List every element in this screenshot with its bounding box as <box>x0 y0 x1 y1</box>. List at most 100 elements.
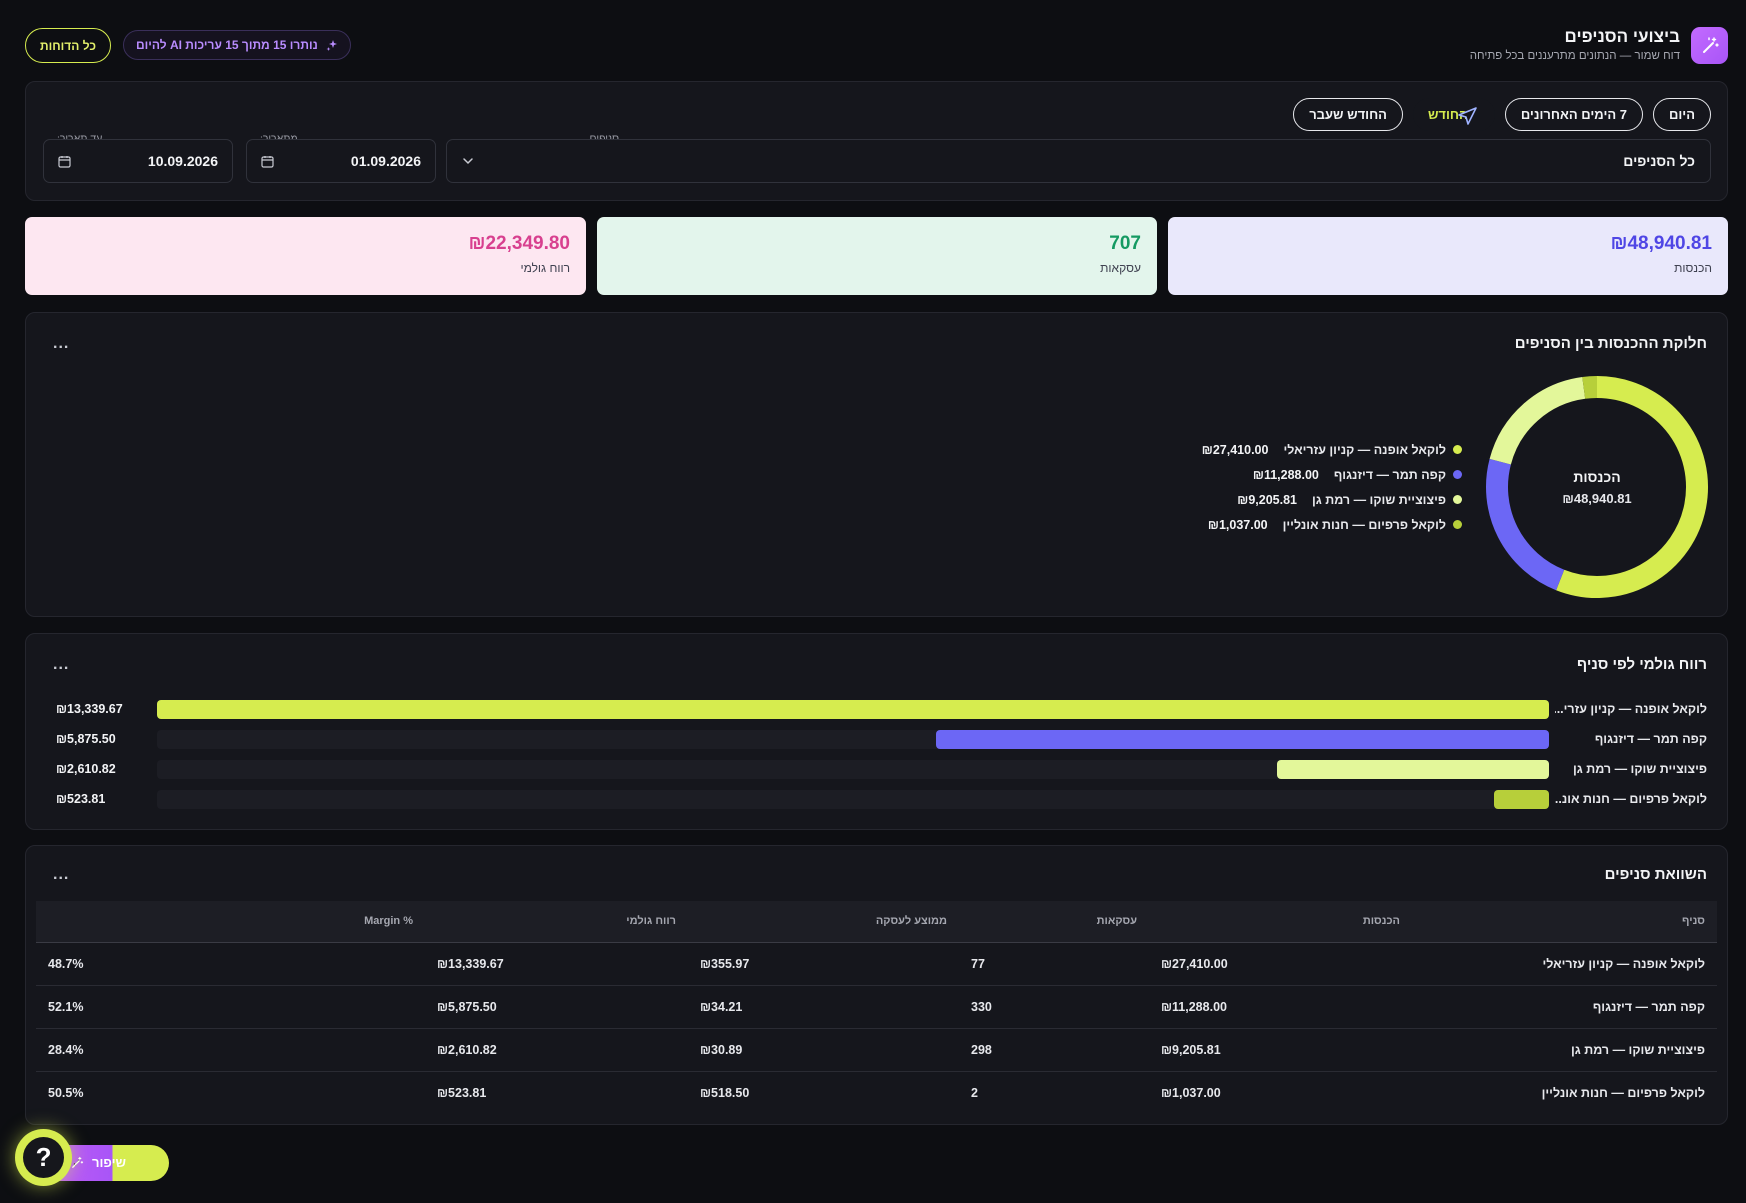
date-to-value: 10.09.2026 <box>147 153 218 169</box>
date-from-value: 01.09.2026 <box>350 153 421 169</box>
all-reports-button[interactable]: כל הדוחות <box>25 28 111 63</box>
improve-label-wrap: שיפור <box>70 1155 126 1170</box>
bar[interactable] <box>1276 760 1549 779</box>
table-cell: 50.5% <box>36 1070 425 1114</box>
table-cell: לוקאל פרפיום — חנות אונליין <box>1412 1070 1717 1114</box>
table-row[interactable]: פיצוציית שוקו — רמת גן ₪9,205.81 298 ₪30.89… <box>36 1027 1717 1071</box>
column-header-gross-profit[interactable]: רווח גולמי <box>425 901 688 942</box>
branches-value: כל הסניפים <box>1623 153 1695 169</box>
page-header: ביצועי הסניפים דוח שמור — הנתונים מתרעננ… <box>25 27 1728 67</box>
donut-center: הכנסות ₪48,940.81 <box>1485 375 1709 599</box>
branches-select[interactable]: כל הסניפים <box>446 139 1711 183</box>
help-button[interactable]: ? <box>15 1129 72 1186</box>
kpi-transactions-label: עסקאות <box>1100 261 1141 275</box>
table-cell: ₪27,410.00 <box>1149 941 1412 985</box>
magic-wand-icon <box>1691 27 1728 64</box>
table-cell: ₪11,288.00 <box>1149 984 1412 1028</box>
bar-value-label: ₪523.81 <box>56 792 106 806</box>
table-cell: ₪9,205.81 <box>1149 1027 1412 1071</box>
date-to-input[interactable]: 10.09.2026 <box>43 139 233 183</box>
dashboard-page: ביצועי הסניפים דוח שמור — הנתונים מתרעננ… <box>0 0 1746 1203</box>
calendar-icon <box>58 155 71 168</box>
column-header-avg-transaction[interactable]: ממוצע לעסקה <box>688 901 959 942</box>
revenue-donut-chart: הכנסות ₪48,940.81 <box>1485 375 1709 599</box>
bar[interactable] <box>935 730 1549 749</box>
legend-value: ₪1,037.00 <box>1207 517 1268 532</box>
bar-row: לוקאל אופנה — קניון עזרי... ₪13,339.67 <box>26 700 1727 720</box>
date-range-buttons: היום 7 הימים האחרונים החודש החודש שעבר <box>1293 98 1711 131</box>
legend-item[interactable]: לוקאל פרפיום — חנות אונליין ₪1,037.00 <box>1202 512 1462 537</box>
legend-label: לוקאל פרפיום — חנות אונליין <box>1282 517 1446 532</box>
gross-profit-panel: רווח גולמי לפי סניף ... לוקאל אופנה — קנ… <box>25 633 1728 830</box>
table-cell: ₪1,037.00 <box>1149 1070 1412 1114</box>
legend-item[interactable]: לוקאל אופנה — קניון עזריאלי ₪27,410.00 <box>1202 437 1462 462</box>
calendar-icon <box>261 155 274 168</box>
bar-row: קפה תמר — דיזנגוף ₪5,875.50 <box>26 730 1727 750</box>
more-options-button[interactable]: ... <box>53 656 69 674</box>
revenue-distribution-title: חלוקת ההכנסות בין הסניפים <box>1514 335 1707 352</box>
kpi-gross-profit-value: ₪22,349.80 <box>468 233 570 254</box>
date-from-input[interactable]: 01.09.2026 <box>246 139 436 183</box>
table-cell: קפה תמר — דיזנגוף <box>1412 984 1717 1028</box>
sparkle-icon <box>326 40 337 51</box>
table-header-row: סניף הכנסות עסקאות ממוצע לעסקה רווח גולמ… <box>36 901 1717 942</box>
more-options-button[interactable]: ... <box>53 866 69 884</box>
range-this-month-button[interactable]: החודש <box>1412 98 1495 131</box>
kpi-revenue-label: הכנסות <box>1674 261 1712 275</box>
bar-track <box>157 730 1549 749</box>
legend-dot <box>1453 520 1462 529</box>
table-cell: ₪523.81 <box>425 1070 688 1114</box>
table-cell: 330 <box>959 984 1149 1028</box>
donut-legend: לוקאל אופנה — קניון עזריאלי ₪27,410.00 קפה… <box>1202 437 1462 537</box>
kpi-revenue-card: ₪48,940.81 הכנסות <box>1168 217 1728 295</box>
ai-edits-label: נותרו 15 מתוך 15 עריכות AI להיום <box>136 38 318 52</box>
legend-value: ₪9,205.81 <box>1237 492 1297 507</box>
column-header-revenue[interactable]: הכנסות <box>1149 901 1412 942</box>
question-mark-icon: ? <box>23 1137 64 1178</box>
table-cell: ₪518.50 <box>688 1070 959 1114</box>
table-row[interactable]: קפה תמר — דיזנגוף ₪11,288.00 330 ₪34.21 ₪5,8… <box>36 984 1717 1028</box>
bar-value-label: ₪5,875.50 <box>56 732 116 746</box>
ai-edits-badge[interactable]: נותרו 15 מתוך 15 עריכות AI להיום <box>123 30 351 60</box>
legend-label: פיצוציית שוקו — רמת גן <box>1312 492 1446 507</box>
range-last-month-button[interactable]: החודש שעבר <box>1293 98 1403 131</box>
table-row[interactable]: לוקאל פרפיום — חנות אונליין ₪1,037.00 2 ₪51… <box>36 1070 1717 1114</box>
more-options-button[interactable]: ... <box>53 335 69 353</box>
table-cell: 28.4% <box>36 1027 425 1071</box>
table-cell: 298 <box>959 1027 1149 1071</box>
bar-row: פיצוציית שוקו — רמת גן ₪2,610.82 <box>26 760 1727 780</box>
table-row[interactable]: לוקאל אופנה — קניון עזריאלי ₪27,410.00 77 ₪… <box>36 941 1717 985</box>
column-header-branch[interactable]: סניף <box>1412 901 1717 942</box>
improve-label: שיפור <box>92 1155 127 1170</box>
table-cell: ₪2,610.82 <box>425 1027 688 1071</box>
cursor-pointer-icon <box>1456 105 1478 130</box>
filter-panel: היום 7 הימים האחרונים החודש החודש שעבר ס… <box>25 81 1728 201</box>
legend-label: קפה תמר — דיזנגוף <box>1333 467 1446 482</box>
legend-dot <box>1453 470 1462 479</box>
branch-comparison-panel: השוואת סניפים ... סניף הכנסות עסקאות ממו… <box>25 845 1728 1125</box>
kpi-gross-profit-card: ₪22,349.80 רווח גולמי <box>25 217 586 295</box>
legend-item[interactable]: פיצוציית שוקו — רמת גן ₪9,205.81 <box>1202 487 1462 512</box>
gross-profit-title: רווח גולמי לפי סניף <box>1577 656 1707 673</box>
bar[interactable] <box>1494 790 1549 809</box>
table-cell: ₪355.97 <box>688 941 959 985</box>
bar-label: קפה תמר — דיזנגוף <box>1594 732 1707 746</box>
bar[interactable] <box>157 700 1549 719</box>
table-cell: ₪5,875.50 <box>425 984 688 1028</box>
table-cell: 52.1% <box>36 984 425 1028</box>
legend-value: ₪11,288.00 <box>1252 467 1319 482</box>
range-today-button[interactable]: היום <box>1653 98 1711 131</box>
table-cell: 77 <box>959 941 1149 985</box>
magic-wand-icon <box>72 1156 84 1168</box>
legend-item[interactable]: קפה תמר — דיזנגוף ₪11,288.00 <box>1202 462 1462 487</box>
branch-comparison-title: השוואת סניפים <box>1604 866 1707 883</box>
legend-dot <box>1453 445 1462 454</box>
bar-track <box>157 790 1549 809</box>
bar-value-label: ₪2,610.82 <box>56 762 116 776</box>
bar-track <box>157 700 1549 719</box>
page-subtitle: דוח שמור — הנתונים מתרעננים בכל פתיחה <box>1469 50 1680 62</box>
range-last-7-days-button[interactable]: 7 הימים האחרונים <box>1504 98 1643 131</box>
bar-label: לוקאל פרפיום — חנות אונ... <box>1555 792 1707 806</box>
column-header-margin[interactable]: % Margin <box>36 901 425 942</box>
column-header-transactions[interactable]: עסקאות <box>959 901 1149 942</box>
